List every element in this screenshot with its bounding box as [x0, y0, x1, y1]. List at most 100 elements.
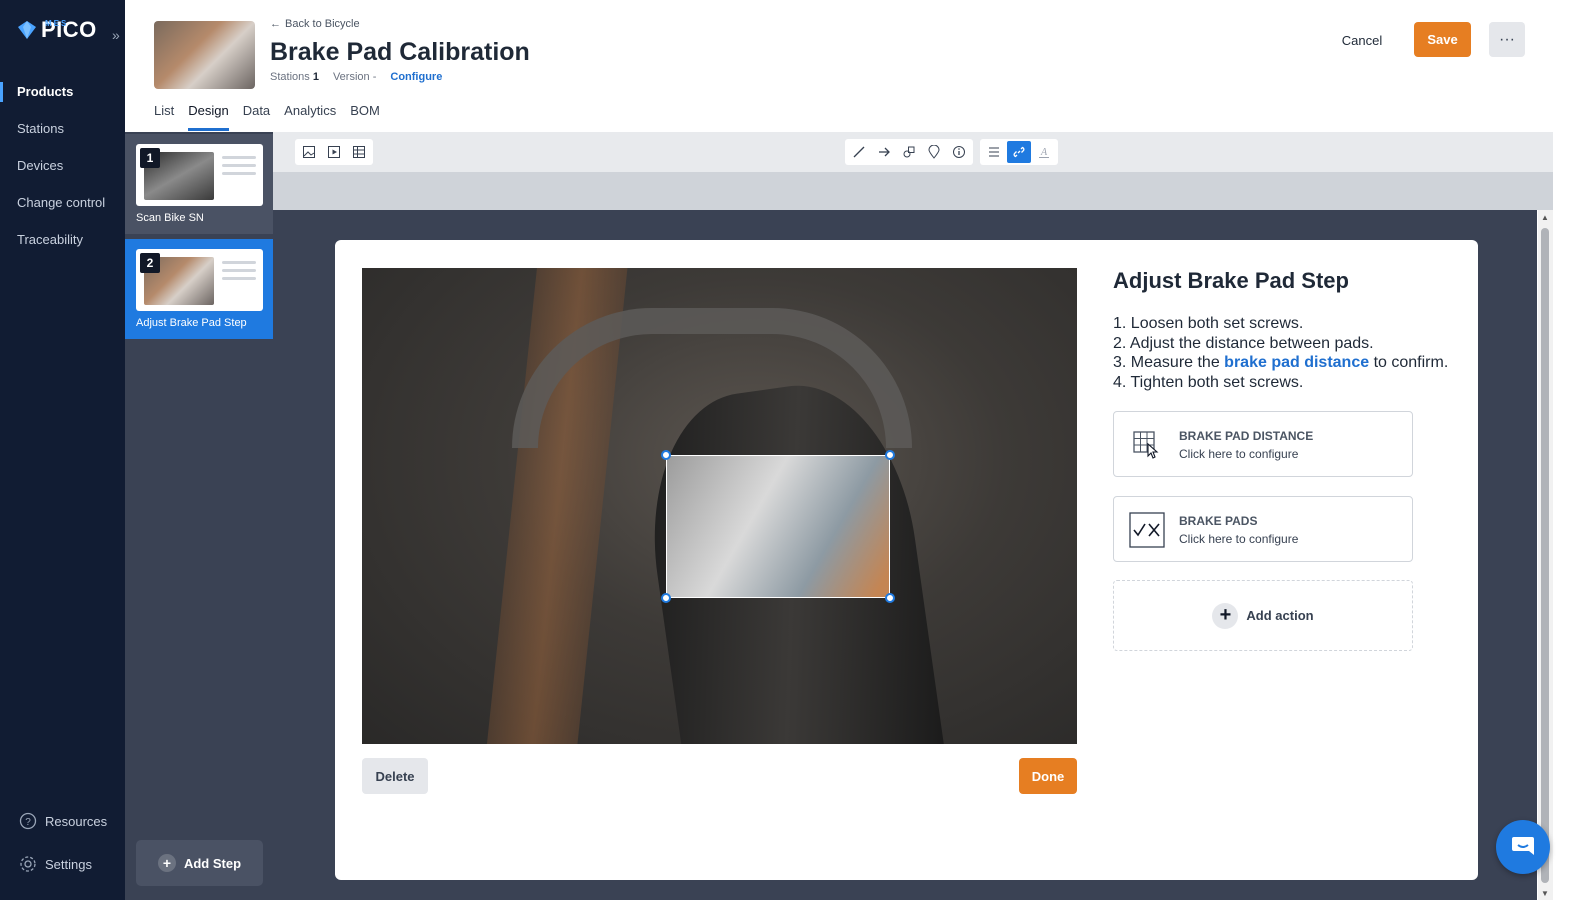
video-icon[interactable] — [322, 141, 346, 163]
step-text-lines — [222, 261, 256, 285]
editor-toolbar: A — [273, 132, 1553, 172]
plus-circle-icon: + — [157, 854, 176, 872]
line-icon[interactable] — [847, 141, 871, 163]
resize-handle-top-left[interactable] — [661, 450, 671, 460]
tab-bom[interactable]: BOM — [350, 103, 380, 131]
resize-handle-bottom-right[interactable] — [885, 593, 895, 603]
action-title: BRAKE PAD DISTANCE — [1179, 429, 1314, 443]
image-icon[interactable] — [297, 141, 321, 163]
nav-resources-label: Resources — [45, 813, 108, 829]
configure-link[interactable]: Configure — [390, 71, 442, 83]
step-instructions[interactable]: 1. Loosen both set screws. 2. Adjust the… — [1113, 314, 1448, 392]
arrow-icon[interactable] — [872, 141, 896, 163]
add-action-label: Add action — [1246, 608, 1314, 623]
align-icon[interactable] — [982, 141, 1006, 163]
add-action-button[interactable]: + Add action — [1113, 580, 1413, 651]
version-meta: Version - — [333, 71, 376, 83]
page-title: Brake Pad Calibration — [270, 38, 530, 66]
product-meta: Stations 1 Version - Configure — [270, 71, 442, 83]
instruction-line: 2. Adjust the distance between pads. — [1113, 334, 1374, 352]
add-step-button[interactable]: + Add Step — [136, 840, 263, 886]
step-number: 1 — [140, 148, 160, 168]
action-subtitle: Click here to configure — [1179, 447, 1299, 461]
stations-meta-label: Stations — [270, 71, 310, 83]
action-title: BRAKE PADS — [1179, 514, 1258, 528]
back-link-label: Back to Bicycle — [285, 18, 360, 30]
scroll-thumb[interactable] — [1541, 228, 1549, 883]
link-icon[interactable] — [1007, 141, 1031, 163]
instruction-line: 3. Measure the brake pad distance to con… — [1113, 353, 1448, 373]
help-chat-button[interactable] — [1496, 820, 1550, 874]
instruction-text: to confirm. — [1369, 354, 1449, 371]
info-icon[interactable] — [947, 141, 971, 163]
instruction-line: 1. Loosen both set screws. — [1113, 315, 1304, 332]
more-options-button[interactable]: ··· — [1489, 22, 1525, 57]
check-cross-icon — [1129, 512, 1165, 548]
nav-settings[interactable]: Settings — [0, 849, 125, 879]
done-button[interactable]: Done — [1019, 758, 1077, 794]
svg-text:A: A — [1040, 147, 1048, 158]
step-item-1[interactable]: 1 Scan Bike SN — [125, 134, 273, 234]
media-tool-group — [295, 139, 373, 165]
highlight-region[interactable] — [666, 455, 890, 598]
brake-pad-distance-link[interactable]: brake pad distance — [1224, 354, 1369, 371]
instruction-text: 3. Measure the — [1113, 354, 1225, 371]
shape-tool-group — [845, 139, 973, 165]
scroll-up-icon[interactable]: ▲ — [1541, 213, 1549, 222]
nav-item-stations[interactable]: Stations — [0, 115, 125, 152]
nav-item-devices[interactable]: Devices — [0, 152, 125, 189]
resize-handle-bottom-left[interactable] — [661, 593, 671, 603]
arrow-left-icon: ← — [270, 18, 281, 30]
nav-item-change-control[interactable]: Change control — [0, 189, 125, 226]
cancel-button[interactable]: Cancel — [1333, 29, 1391, 51]
tab-bar: List Design Data Analytics BOM — [154, 103, 394, 131]
delete-button[interactable]: Delete — [362, 758, 428, 794]
step-item-2[interactable]: 2 Adjust Brake Pad Step — [125, 239, 273, 339]
gem-logo-icon — [18, 21, 36, 39]
editor-subbar — [273, 172, 1553, 210]
nav-settings-label: Settings — [45, 856, 92, 872]
resize-handle-top-right[interactable] — [885, 450, 895, 460]
nav-list: Products Stations Devices Change control… — [0, 78, 125, 263]
left-nav: PICO MES » Products Stations Devices Cha… — [0, 0, 125, 900]
save-button[interactable]: Save — [1414, 22, 1471, 57]
stations-meta-value: 1 — [312, 71, 319, 83]
action-subtitle: Click here to configure — [1179, 532, 1299, 546]
product-thumbnail — [154, 21, 255, 89]
scroll-down-icon[interactable]: ▼ — [1541, 889, 1549, 898]
add-step-label: Add Step — [183, 855, 242, 871]
version-meta-label: Version — [332, 71, 370, 83]
expand-nav-icon[interactable]: » — [112, 27, 120, 43]
step-label: Adjust Brake Pad Step — [136, 317, 247, 329]
table-icon[interactable] — [347, 141, 371, 163]
action-brake-pads[interactable]: BRAKE PADS Click here to configure — [1113, 496, 1413, 562]
window-edge — [1553, 0, 1580, 900]
step-number: 2 — [140, 253, 160, 273]
version-meta-value: - — [372, 71, 377, 83]
tab-list[interactable]: List — [154, 103, 174, 131]
shapes-icon[interactable] — [897, 141, 921, 163]
canvas-scrollbar[interactable]: ▲ ▼ — [1538, 210, 1553, 900]
nav-resources[interactable]: ? Resources — [0, 806, 125, 836]
text-tool-group: A — [980, 139, 1058, 165]
step-title: Adjust Brake Pad Step — [1113, 268, 1349, 293]
tab-data[interactable]: Data — [243, 103, 270, 131]
text-color-icon[interactable]: A — [1032, 141, 1056, 163]
nav-item-traceability[interactable]: Traceability — [0, 226, 125, 263]
step-label: Scan Bike SN — [136, 212, 204, 224]
table-pointer-icon — [1133, 431, 1159, 459]
steps-rail: 1 Scan Bike SN 2 Adjust Brake Pad Step — [125, 132, 273, 900]
tab-design[interactable]: Design — [188, 103, 229, 131]
svg-text:?: ? — [25, 817, 31, 828]
back-link[interactable]: ← Back to Bicycle — [270, 18, 360, 30]
stations-meta: Stations 1 — [270, 71, 319, 83]
marker-icon[interactable] — [922, 141, 946, 163]
action-brake-pad-distance[interactable]: BRAKE PAD DISTANCE Click here to configu… — [1113, 411, 1413, 477]
logo-subtext: MES — [45, 19, 69, 28]
instruction-line: 4. Tighten both set screws. — [1113, 373, 1304, 391]
nav-item-products[interactable]: Products — [0, 78, 125, 115]
step-text-lines — [222, 156, 256, 180]
help-circle-icon: ? — [19, 812, 37, 830]
tab-analytics[interactable]: Analytics — [284, 103, 336, 131]
gear-icon — [20, 856, 36, 872]
